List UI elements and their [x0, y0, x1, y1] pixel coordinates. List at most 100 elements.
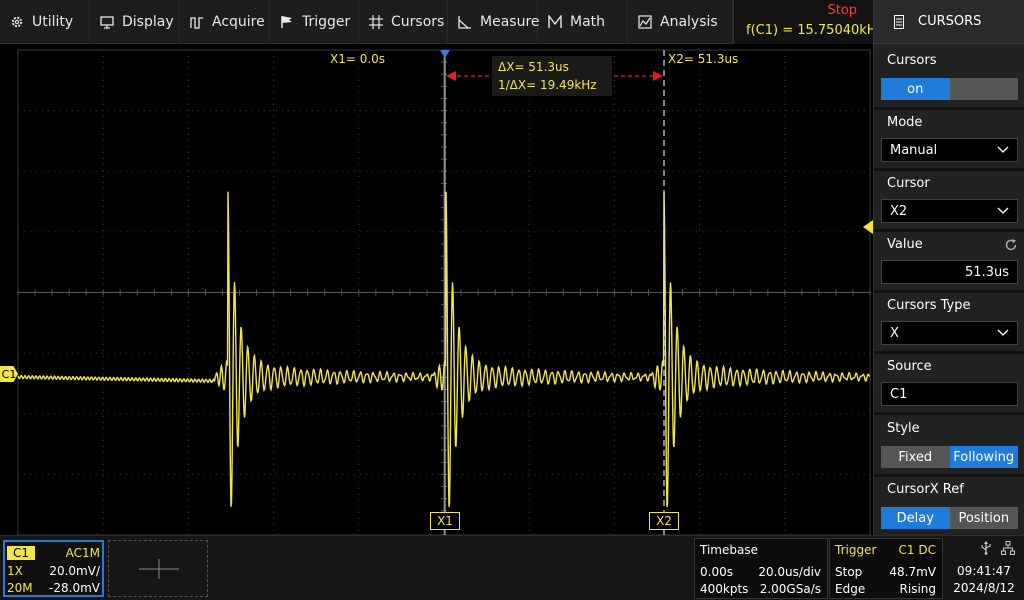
trigger-title: Trigger	[835, 543, 877, 557]
mode-section: Mode Manual	[875, 114, 1024, 162]
cursor-dropdown[interactable]: X2	[881, 199, 1018, 223]
math-icon	[548, 15, 562, 29]
divider	[874, 107, 1024, 110]
cursors-on-option[interactable]: on	[881, 78, 950, 100]
run-status: Stop	[827, 3, 857, 18]
mode-dropdown[interactable]: Manual	[881, 138, 1018, 162]
cursors-type-dropdown[interactable]: X	[881, 321, 1018, 345]
cursors-toggle[interactable]: on	[881, 78, 1018, 100]
channel-1-scale: 20.0mV/	[49, 563, 100, 578]
cursorx-ref-toggle[interactable]: Delay Position	[881, 507, 1018, 529]
inverse-delta-x-readout: 1/ΔX= 19.49kHz	[498, 78, 597, 92]
sample-rate: 2.00GSa/s	[759, 582, 821, 596]
divider	[874, 474, 1024, 477]
cursor-section: Cursor X2	[875, 175, 1024, 223]
trigger-level-marker[interactable]	[863, 220, 873, 234]
style-following-option[interactable]: Following	[949, 446, 1018, 468]
crosshair-icon	[369, 15, 383, 29]
menu-trigger[interactable]: Trigger	[270, 0, 359, 44]
cursors-off-option[interactable]	[949, 78, 1018, 100]
reset-icon[interactable]	[1004, 238, 1018, 252]
menu-analysis-label: Analysis	[660, 14, 718, 30]
menu-measure[interactable]: Measure	[448, 0, 540, 44]
trigger-box[interactable]: Trigger C1 DC Stop 48.7mV Edge Rising	[829, 538, 943, 599]
delta-arrowhead-left	[446, 71, 456, 81]
divider	[874, 168, 1024, 171]
menu-analysis[interactable]: Analysis	[628, 0, 733, 44]
cursorx-ref-label: CursorX Ref	[887, 482, 964, 497]
cursor-value: X2	[890, 203, 908, 219]
menu-acquire-label: Acquire	[212, 14, 265, 30]
timebase-scale: 20.0us/div	[758, 565, 821, 579]
channel-1-descriptor[interactable]: C1 AC1M 1X 20.0mV/ 20M -28.0mV	[3, 540, 104, 597]
usb-icon	[981, 541, 991, 555]
monitor-icon	[100, 15, 114, 29]
clock-box: 09:41:47 2024/8/12	[944, 538, 1024, 599]
cursorx-ref-section: CursorX Ref Delay Position	[875, 481, 1024, 529]
value-label: Value	[887, 237, 923, 252]
menu-utility[interactable]: Utility	[0, 0, 90, 44]
menu-cursors-label: Cursors	[391, 14, 445, 30]
grid	[17, 49, 871, 535]
trigger-position-marker	[440, 50, 450, 58]
bottom-status-bar: C1 AC1M 1X 20.0mV/ 20M -28.0mV Timebase …	[0, 535, 1024, 600]
top-menu-bar: Utility Display Acquire Trigger Cursors …	[0, 0, 733, 44]
menu-trigger-label: Trigger	[302, 14, 351, 30]
cursorx-ref-delay-option[interactable]: Delay	[881, 507, 950, 529]
channel-1-name: C1	[7, 545, 36, 560]
mode-label: Mode	[887, 115, 923, 130]
source-field[interactable]: C1	[881, 382, 1018, 406]
run-status-box[interactable]: Stop f(C1) = 15.75040kHz	[733, 0, 883, 44]
panel-title: CURSORS	[918, 14, 982, 29]
clock-date: 2024/8/12	[953, 581, 1015, 595]
value-input[interactable]: 51.3us	[881, 260, 1018, 284]
clock-time: 09:41:47	[957, 564, 1011, 578]
source-label: Source	[887, 359, 932, 374]
gear-icon	[10, 15, 24, 29]
divider	[874, 351, 1024, 354]
delta-arrowhead-right	[653, 71, 663, 81]
divider	[874, 290, 1024, 293]
analysis-icon	[638, 15, 652, 29]
channel-1-bandwidth: 20M	[7, 580, 33, 595]
channel-1-offset: -28.0mV	[49, 580, 100, 595]
chevron-down-icon	[997, 146, 1009, 153]
style-label: Style	[887, 421, 920, 436]
menu-utility-label: Utility	[32, 14, 74, 30]
frequency-counter: f(C1) = 15.75040kHz	[746, 23, 884, 38]
source-section: Source C1	[875, 358, 1024, 406]
document-icon	[894, 14, 904, 29]
trigger-slope: Rising	[899, 582, 936, 596]
waveform-display[interactable]: X1= 0.0s X2= 51.3us ΔX= 51.3us 1/ΔX= 19.…	[0, 44, 873, 535]
style-fixed-option[interactable]: Fixed	[881, 446, 950, 468]
timebase-delay: 0.00s	[700, 565, 733, 579]
cursorx-ref-position-option[interactable]: Position	[949, 507, 1018, 529]
trigger-level: 48.7mV	[889, 565, 936, 579]
timebase-title: Timebase	[700, 543, 758, 557]
menu-acquire[interactable]: Acquire	[180, 0, 270, 44]
cursor-x1-handle[interactable]: X1	[430, 512, 460, 530]
chevron-down-icon	[997, 329, 1009, 336]
channel-1-probe: 1X	[7, 563, 23, 578]
timebase-box[interactable]: Timebase 0.00s 20.0us/div 400kpts 2.00GS…	[694, 538, 828, 599]
cursors-label: Cursors	[887, 53, 937, 68]
menu-display[interactable]: Display	[90, 0, 180, 44]
trigger-source: C1 DC	[898, 543, 936, 557]
style-section: Style Fixed Following	[875, 420, 1024, 468]
menu-math[interactable]: Math	[538, 0, 628, 44]
menu-cursors[interactable]: Cursors	[359, 0, 448, 44]
panel-header: CURSORS	[874, 0, 1024, 44]
trigger-type: Edge	[835, 582, 866, 596]
add-channel-slot[interactable]	[108, 540, 208, 597]
graticule	[17, 49, 871, 535]
cursors-section: Cursors on	[875, 52, 1024, 100]
cursors-type-label: Cursors Type	[887, 298, 971, 313]
menu-display-label: Display	[122, 14, 174, 30]
cursors-panel: CURSORS Cursors on Mode Manual Cursor X2…	[873, 0, 1024, 535]
cursors-type-value: X	[890, 325, 899, 341]
cursor-x2-handle[interactable]: X2	[649, 512, 679, 530]
style-toggle[interactable]: Fixed Following	[881, 446, 1018, 468]
flag-icon	[280, 15, 294, 29]
cursor-delta-box: ΔX= 51.3us 1/ΔX= 19.49kHz	[492, 56, 612, 96]
mode-value: Manual	[890, 142, 938, 158]
